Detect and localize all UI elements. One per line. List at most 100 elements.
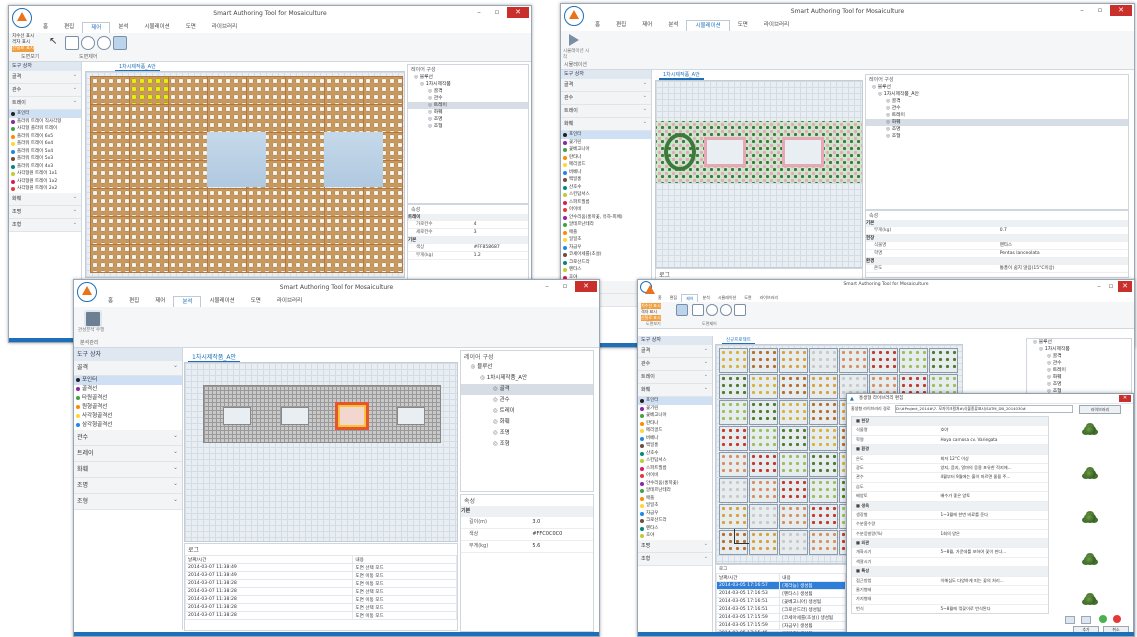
tool-item[interactable]: 자금우	[638, 510, 712, 518]
log-row[interactable]: 2014-03-07 11:38:49 도면 이동 모드	[184, 571, 457, 580]
property-row[interactable]: 학명 Pentas lanceolata	[866, 250, 1128, 258]
start-simulation-button[interactable]: 시뮬레이션 시작	[563, 48, 593, 60]
tray-tile[interactable]	[90, 160, 130, 189]
tool-item[interactable]: 애플	[561, 229, 651, 237]
tray-tile[interactable]	[90, 132, 130, 161]
tool-item[interactable]: 펜타스	[561, 266, 651, 274]
tab-edit[interactable]: 편집	[121, 296, 147, 307]
planted-tray[interactable]	[809, 452, 838, 477]
tool-item[interactable]: 란타나	[561, 154, 651, 162]
property-row[interactable]: 식물명 펜타스	[866, 242, 1128, 250]
layer-item[interactable]: ◎ 골격	[1027, 353, 1131, 360]
property-row[interactable]: 무게(kg) 5.6	[461, 541, 593, 553]
tab-simulation[interactable]: 시뮬레이션	[136, 22, 177, 33]
property-value[interactable]: 5.6	[532, 541, 540, 552]
tab-simulation[interactable]: 시뮬레이션	[201, 296, 242, 307]
layer-item[interactable]: ◎ 관수	[461, 395, 593, 406]
tray-tile[interactable]	[168, 132, 208, 161]
section-flower[interactable]: 화훼	[561, 116, 651, 131]
tab-analysis[interactable]: 분석	[110, 22, 136, 33]
checkbox-highlight[interactable]: 신틸로 표시	[12, 46, 35, 52]
tab-analysis[interactable]: 분석	[660, 20, 686, 31]
tool-item[interactable]: 알테르난테라	[561, 221, 651, 229]
tab-control[interactable]: 제어	[82, 22, 111, 33]
tool-item[interactable]: 일일초	[638, 502, 712, 510]
planted-tray[interactable]	[779, 400, 808, 425]
tab-control[interactable]: 제어	[147, 296, 173, 307]
layer-item[interactable]: ◎ 1차시제작품	[1027, 346, 1131, 353]
maximize-button[interactable]: ▫	[1092, 5, 1108, 16]
plant-thumbnail-5[interactable]	[1081, 592, 1099, 608]
tray-tile[interactable]	[129, 188, 169, 217]
library-path-input[interactable]: D:\#Project_2014#\7. 모자이크컬처#\식물종류표시\SATM…	[895, 405, 1073, 413]
property-row[interactable]: 길이(m) 3.0	[461, 517, 593, 529]
tool-item[interactable]: 플라워 트레이 5x4	[9, 148, 81, 156]
property-value[interactable]: 3	[474, 229, 477, 236]
play-icon[interactable]	[569, 34, 579, 46]
simulation-canvas[interactable]	[655, 80, 863, 268]
layer-item[interactable]: ◎ 조명	[408, 116, 528, 123]
tray-tile[interactable]	[363, 188, 403, 217]
tray-tile[interactable]	[285, 132, 325, 161]
tool-item[interactable]: 플라워 트레이 6x5	[9, 133, 81, 141]
log-row[interactable]: 2014-03-07 11:38:49 도면 선택 모드	[184, 563, 457, 572]
tool-item[interactable]: 자금우	[561, 244, 651, 252]
planted-tray[interactable]	[749, 348, 778, 373]
tray-tile[interactable]	[129, 104, 169, 133]
document-tab[interactable]: 1차시제작품_A안	[659, 71, 704, 80]
tool-item[interactable]: 버베나	[638, 435, 712, 443]
property-row[interactable]: 무게(kg) 1.2	[408, 252, 528, 260]
planted-tray[interactable]	[779, 426, 808, 451]
planted-tray[interactable]	[929, 348, 958, 373]
tool-item[interactable]: 꽃베고니아	[561, 146, 651, 154]
tray-tile[interactable]	[363, 76, 403, 105]
dialog-property-value[interactable]: 4월부터 9월에는 흙이 마르면 물을 주...	[940, 473, 1048, 481]
dialog-property-value[interactable]: 1~3월에 한번 비료를 준다	[940, 511, 1048, 519]
tray-tile[interactable]	[285, 216, 325, 245]
minimize-button[interactable]: –	[1074, 5, 1090, 16]
dialog-property-row[interactable]: 배양토 배수가 좋은 양토	[852, 492, 1048, 502]
log-row[interactable]: 2014-03-07 11:38:28 도면 선택 모드	[184, 603, 457, 612]
planted-tray[interactable]	[719, 426, 748, 451]
tray-tile[interactable]	[129, 76, 169, 105]
dialog-property-row[interactable]: 가지형태	[852, 595, 1048, 605]
section-frame[interactable]: 골격	[638, 343, 712, 358]
dialog-property-row[interactable]: ■ 외관	[852, 539, 1048, 549]
tool-item[interactable]: 안수리움(홍학꽃)	[638, 480, 712, 488]
section-frame[interactable]: 골격	[9, 69, 81, 84]
layer-item[interactable]: ◎ 블루선	[408, 74, 528, 81]
planted-tray[interactable]	[779, 452, 808, 477]
tool-item[interactable]: 꽃베고니아	[638, 412, 712, 420]
zoom-in-icon[interactable]	[81, 36, 95, 50]
minimize-button[interactable]: –	[539, 281, 555, 292]
pointer-tool-icon[interactable]: ↖	[49, 36, 61, 48]
layer-item[interactable]: ◎ 트레이	[461, 406, 593, 417]
delete-icon[interactable]	[1113, 615, 1121, 623]
section-flower[interactable]: 화훼	[74, 460, 182, 478]
library-browse-button[interactable]: 라이브러리	[1079, 405, 1121, 414]
planted-tray[interactable]	[779, 530, 808, 555]
layer-item[interactable]: ◎ 조형	[866, 133, 1128, 140]
tool-item[interactable]: 플라워 트레이 6x4	[9, 140, 81, 148]
section-tray[interactable]: 트레이	[9, 95, 81, 110]
tool-item[interactable]: 꽃기린	[561, 139, 651, 147]
analysis-run-button[interactable]: 관성분석 수행	[78, 327, 104, 333]
tool-item[interactable]: 호야	[638, 532, 712, 540]
dialog-property-value[interactable]	[940, 417, 1048, 425]
property-value[interactable]: 4	[474, 221, 477, 228]
tray-tile[interactable]	[168, 104, 208, 133]
tray-tile[interactable]	[129, 132, 169, 161]
dialog-property-row[interactable]: 습도	[852, 483, 1048, 493]
dialog-property-row[interactable]: ■ 특성	[852, 567, 1048, 577]
tool-item[interactable]: 플라워 트레이 4x3	[9, 163, 81, 171]
log-row[interactable]: 2014-03-05 17:16:53 [펜타스] 생성됨	[715, 589, 846, 598]
tray-tile[interactable]	[90, 76, 130, 105]
tab-analysis[interactable]: 분석	[173, 296, 202, 307]
maximize-button[interactable]: ▫	[1106, 281, 1116, 292]
layer-item[interactable]: ◎ 트레이	[866, 112, 1128, 119]
dialog-property-value[interactable]	[940, 539, 1048, 547]
planted-tray[interactable]	[809, 504, 838, 529]
tray-tile[interactable]	[90, 244, 130, 273]
planted-tray[interactable]	[779, 478, 808, 503]
dialog-property-row[interactable]: 온도 최저 12°C 이상	[852, 455, 1048, 464]
